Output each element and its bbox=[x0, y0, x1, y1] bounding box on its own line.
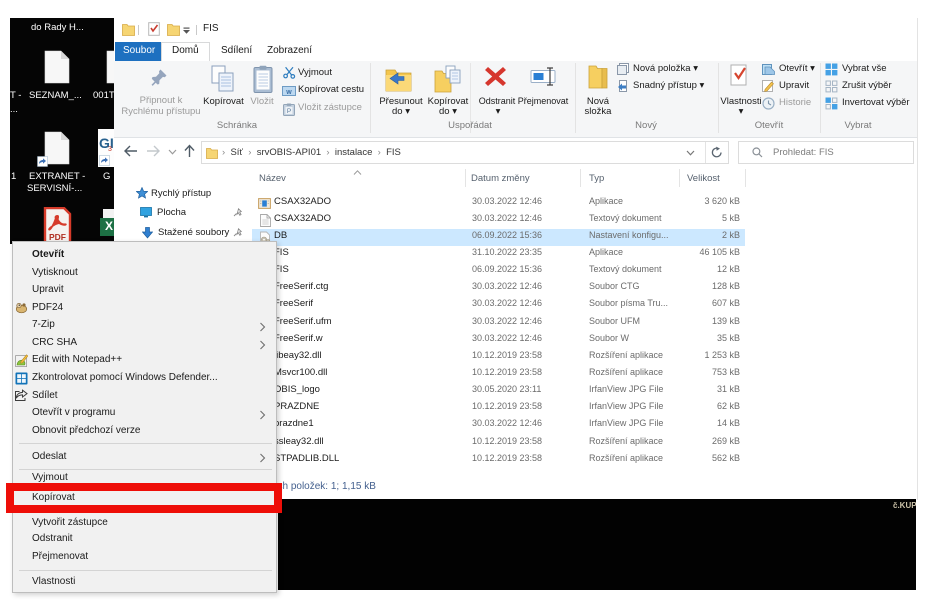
svg-text:P: P bbox=[287, 108, 291, 115]
svg-text:w: w bbox=[285, 89, 292, 96]
